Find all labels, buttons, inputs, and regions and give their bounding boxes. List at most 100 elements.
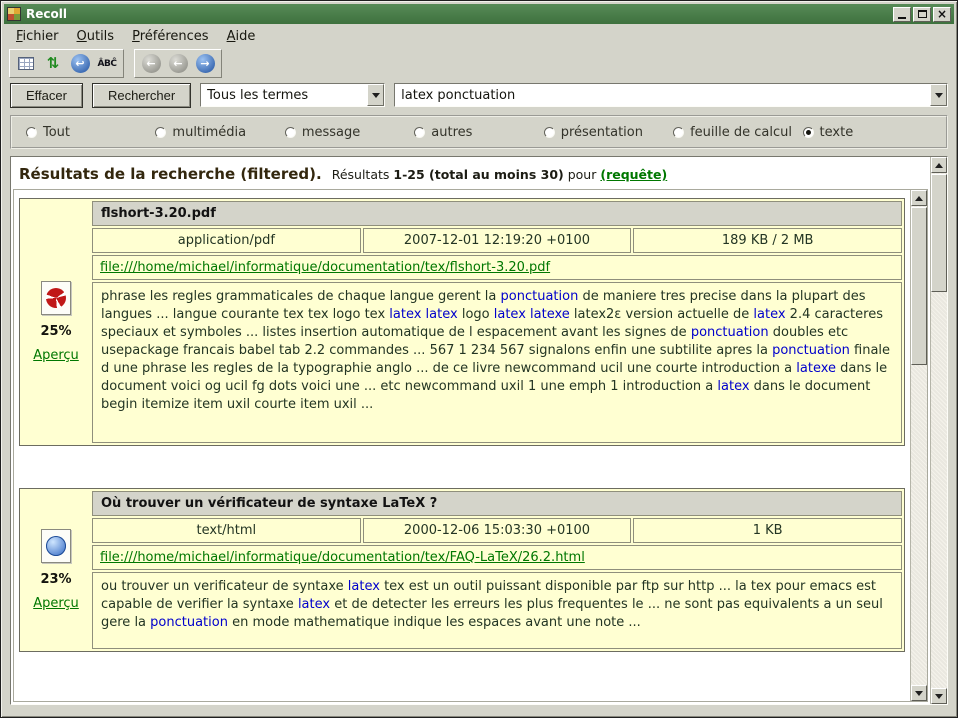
highlighted-term: latex latex — [389, 307, 457, 322]
abstract-text: logo — [458, 307, 494, 322]
filter-option-feuille-de-calcul[interactable]: feuille de calcul — [673, 125, 802, 140]
first-page-button[interactable]: ← — [139, 52, 163, 75]
maximize-button[interactable] — [913, 7, 931, 22]
radio-icon — [155, 127, 166, 138]
abstract-text: en mode mathematique indique les espaces… — [228, 615, 641, 630]
next-page-icon: → — [196, 54, 215, 73]
preview-link[interactable]: Aperçu — [33, 348, 79, 363]
next-page-button[interactable]: → — [193, 52, 217, 75]
highlighted-term: latex — [717, 379, 749, 394]
category-filter-bar: Tout multimédia message autres présentat… — [10, 115, 948, 149]
scroll-down-button[interactable] — [911, 685, 927, 701]
menu-outils[interactable]: Outils — [69, 26, 123, 47]
query-input[interactable] — [395, 88, 930, 103]
refresh-button[interactable]: ↩ — [68, 52, 92, 75]
query-details-link[interactable]: (requête) — [600, 167, 667, 182]
sort-direction-button[interactable]: ⇅ — [41, 52, 65, 75]
dropdown-arrow-icon[interactable] — [930, 84, 947, 106]
close-button[interactable]: × — [933, 7, 951, 22]
term-explorer-button[interactable]: ÂBĈ — [95, 52, 119, 75]
recoll-app-icon[interactable] — [7, 7, 21, 21]
radio-icon — [26, 127, 37, 138]
menu-preferences[interactable]: Préférences — [124, 26, 216, 47]
filter-option-texte[interactable]: texte — [803, 125, 932, 140]
highlighted-term: ponctuation — [501, 289, 579, 304]
menubar: Fichier Outils Préférences Aide — [4, 24, 954, 48]
filter-option-autres[interactable]: autres — [414, 125, 543, 140]
filter-label: Tout — [43, 125, 70, 140]
result-size: 189 KB / 2 MB — [633, 228, 902, 253]
scrollbar-thumb[interactable] — [911, 207, 927, 365]
abstract-text: phrase les regles grammaticales de chaqu… — [101, 289, 501, 304]
radio-icon — [414, 127, 425, 138]
preview-link[interactable]: Aperçu — [33, 596, 79, 611]
result-item-1: 25% Aperçu flshort-3.20.pdf application/… — [19, 198, 905, 446]
results-panel-scrollbar[interactable] — [930, 157, 947, 704]
highlighted-term: latex — [298, 597, 330, 612]
filter-option-presentation[interactable]: présentation — [544, 125, 673, 140]
result-mime-type: application/pdf — [92, 228, 361, 253]
arrow-up-icon — [915, 196, 923, 201]
titlebar[interactable]: Recoll × — [4, 4, 954, 24]
toolbar: ⇅ ↩ ÂBĈ ← ← → — [4, 48, 954, 79]
highlighted-term: latex — [753, 307, 785, 322]
prev-page-button[interactable]: ← — [166, 52, 190, 75]
results-list-scrollbar[interactable] — [910, 190, 927, 701]
menu-label: références — [140, 29, 209, 44]
filter-option-message[interactable]: message — [285, 125, 414, 140]
minimize-icon — [898, 17, 906, 19]
dropdown-arrow-icon[interactable] — [367, 84, 384, 106]
result-date: 2007-12-01 12:19:20 +0100 — [363, 228, 632, 253]
filter-label: message — [302, 125, 360, 140]
query-combobox — [394, 83, 948, 107]
results-title: Résultats de la recherche (filtered). — [19, 165, 322, 183]
scroll-down-button[interactable] — [931, 688, 947, 704]
arrow-down-icon — [935, 694, 943, 699]
minimize-button[interactable] — [893, 7, 911, 22]
window-title: Recoll — [26, 7, 67, 21]
result-url-link[interactable]: file:///home/michael/informatique/docume… — [100, 550, 585, 565]
filter-label: feuille de calcul — [690, 125, 792, 140]
html-icon — [41, 529, 71, 563]
result-mime-type: text/html — [92, 518, 361, 543]
highlighted-term: ponctuation — [691, 325, 769, 340]
filter-label: autres — [431, 125, 472, 140]
menu-label: P — [132, 29, 140, 44]
filter-option-tout[interactable]: Tout — [26, 125, 155, 140]
prev-page-icon: ← — [169, 54, 188, 73]
result-details: Où trouver un vérificateur de syntaxe La… — [92, 491, 902, 649]
highlighted-term: ponctuation — [150, 615, 228, 630]
search-mode-combobox[interactable]: Tous les termes — [200, 83, 385, 107]
pour-word: pour — [568, 167, 597, 182]
document-grid-button[interactable] — [14, 52, 38, 75]
menu-fichier[interactable]: Fichier — [8, 26, 67, 47]
result-details: flshort-3.20.pdf application/pdf 2007-12… — [92, 201, 902, 443]
highlighted-term: latex — [348, 579, 380, 594]
result-url-row: file:///home/michael/informatique/docume… — [92, 255, 902, 280]
scrollbar-thumb[interactable] — [931, 174, 947, 292]
clear-button[interactable]: Effacer — [10, 83, 83, 108]
relevance-percent: 25% — [40, 324, 71, 339]
result-item-2: 23% Aperçu Où trouver un vérificateur de… — [19, 488, 905, 652]
result-size: 1 KB — [633, 518, 902, 543]
menu-label: ide — [235, 29, 255, 44]
radio-icon — [544, 127, 555, 138]
menu-aide[interactable]: Aide — [219, 26, 264, 47]
recoll-window: Recoll × Fichier Outils Préférences Aide… — [0, 0, 958, 718]
result-filename: flshort-3.20.pdf — [92, 201, 902, 226]
arrow-up-icon — [935, 163, 943, 168]
filter-option-multimedia[interactable]: multimédia — [155, 125, 284, 140]
radio-icon — [673, 127, 684, 138]
abstract-text: latex2ε version actuelle de — [570, 307, 754, 322]
results-range: 1-25 (total au moins 30) — [393, 167, 563, 182]
scroll-up-button[interactable] — [931, 157, 947, 173]
scroll-up-button[interactable] — [911, 190, 927, 206]
results-panel: Résultats de la recherche (filtered).Rés… — [10, 156, 948, 705]
result-url-link[interactable]: file:///home/michael/informatique/docume… — [100, 260, 550, 275]
menu-label: ichier — [23, 29, 59, 44]
highlighted-term: ponctuation — [772, 343, 850, 358]
close-icon: × — [937, 8, 947, 20]
arrow-down-icon — [915, 691, 923, 696]
search-button[interactable]: Rechercher — [92, 83, 191, 108]
toolbar-group-main: ⇅ ↩ ÂBĈ — [9, 49, 124, 78]
